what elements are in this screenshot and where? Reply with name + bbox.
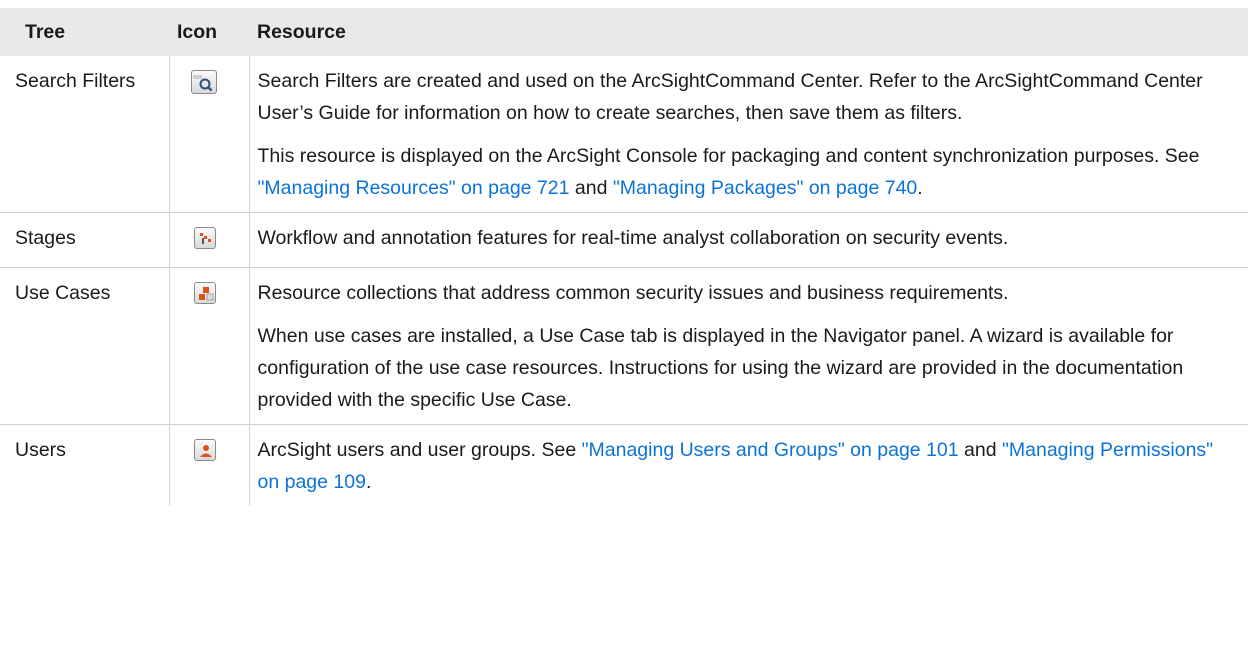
managing-users-and-groups-link[interactable]: "Managing Users and Groups" on page 101 [582, 439, 959, 461]
description-paragraph: When use cases are installed, a Use Case… [257, 325, 1184, 411]
description-paragraph: Search Filters are created and used on t… [257, 70, 1203, 124]
header-tree: Tree [0, 8, 169, 56]
header-resource: Resource [249, 8, 1248, 56]
table-header-row: Tree Icon Resource [0, 8, 1248, 56]
resource-table: Tree Icon Resource Search Filters Search… [0, 8, 1248, 506]
managing-packages-link[interactable]: "Managing Packages" on page 740 [613, 177, 917, 199]
description-paragraph: Resource collections that address common… [257, 282, 1009, 304]
description-paragraph: ArcSight users and user groups. See "Man… [258, 434, 1231, 498]
use-cases-icon [193, 282, 216, 304]
text: This resource is displayed on the ArcSig… [257, 145, 1200, 167]
text: and [958, 439, 1002, 461]
tree-cell: Search Filters [0, 56, 170, 213]
icon-cell [169, 424, 250, 506]
icon-cell [169, 212, 250, 268]
tree-cell: Users [0, 424, 170, 506]
table-row: Search Filters Search Filters are create… [0, 56, 1248, 213]
resource-cell: ArcSight users and user groups. See "Man… [249, 425, 1248, 507]
tree-cell: Stages [0, 212, 170, 268]
users-icon [193, 439, 216, 461]
text: and [569, 177, 613, 199]
text: . [365, 471, 372, 493]
description-paragraph: This resource is displayed on the ArcSig… [258, 140, 1231, 204]
description-paragraph: Workflow and annotation features for rea… [257, 227, 1009, 249]
icon-cell [169, 56, 250, 213]
table-row: Stages Workflow and annotation features … [0, 212, 1248, 268]
icon-cell [169, 267, 250, 425]
stages-icon [193, 227, 216, 249]
header-icon: Icon [169, 8, 249, 56]
resource-cell: Resource collections that address common… [249, 267, 1248, 425]
table-row: Users ArcSight users and user groups. Se… [0, 424, 1248, 507]
resource-cell: Workflow and annotation features for rea… [249, 212, 1248, 268]
search-filter-icon [190, 70, 217, 94]
table-row: Use Cases Resource collections that addr… [0, 267, 1248, 425]
text: ArcSight users and user groups. See [257, 439, 582, 461]
resource-cell: Search Filters are created and used on t… [249, 56, 1248, 213]
tree-cell: Use Cases [0, 267, 170, 425]
managing-resources-link[interactable]: "Managing Resources" on page 721 [258, 177, 570, 199]
text: . [917, 177, 923, 199]
